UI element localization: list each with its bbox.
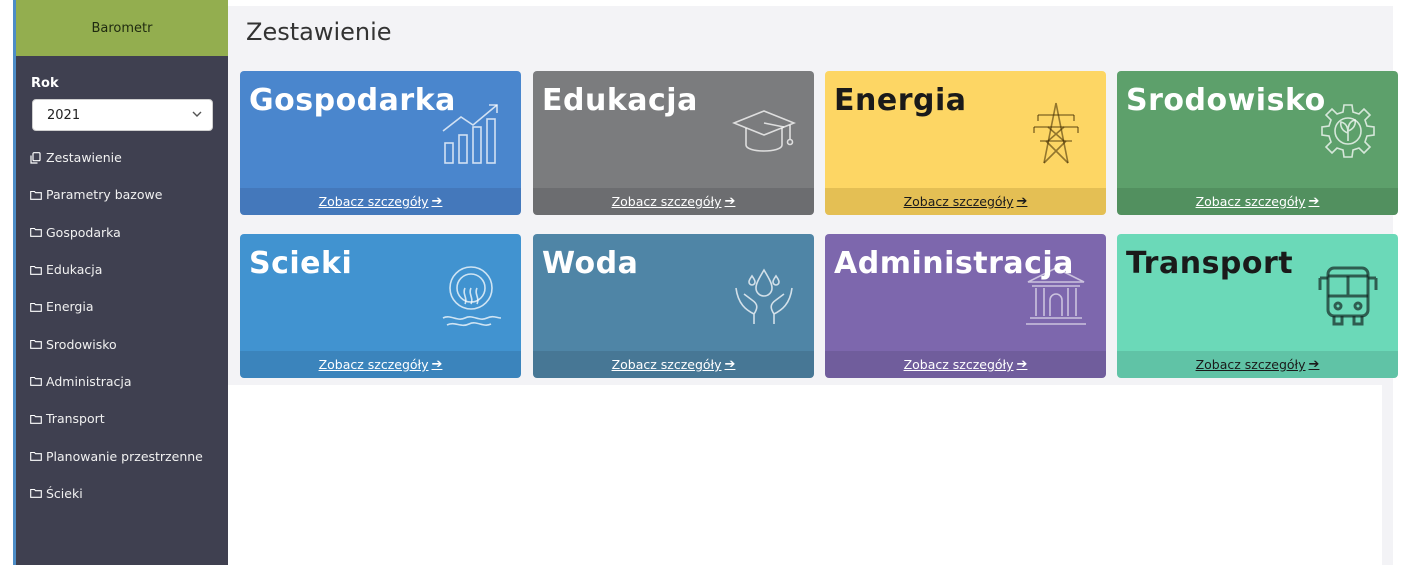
eco-gear-icon xyxy=(1321,104,1375,158)
card-footer[interactable]: Zobacz szczegóły ➔ xyxy=(1117,351,1398,378)
card-title: Scieki xyxy=(249,246,353,281)
card-body: Energia xyxy=(825,71,1106,188)
folder-icon xyxy=(30,265,43,275)
sidebar-item-label: Zestawienie xyxy=(46,150,122,166)
card-title: Energia xyxy=(834,83,967,118)
water-hands-icon xyxy=(735,268,793,324)
card-title: Srodowisko xyxy=(1126,83,1326,118)
card-title: Edukacja xyxy=(542,83,698,118)
sidebar-item-label: Transport xyxy=(46,411,105,427)
folder-icon xyxy=(30,488,43,499)
details-link[interactable]: Zobacz szczegóły xyxy=(612,357,722,372)
arrow-circle-right-icon: ➔ xyxy=(724,357,736,372)
government-building-icon xyxy=(1026,267,1086,325)
sidebar-item-srodowisko[interactable]: Srodowisko xyxy=(16,325,228,362)
card-body: Transport xyxy=(1117,234,1398,351)
power-tower-icon xyxy=(1033,102,1079,164)
sidebar-item-parametry-bazowe[interactable]: Parametry bazowe xyxy=(16,176,228,213)
card-body: Edukacja xyxy=(533,71,814,188)
year-label: Rok xyxy=(31,76,59,91)
sewage-pipe-icon xyxy=(442,266,502,327)
sidebar-item-label: Gospodarka xyxy=(46,224,121,240)
card-footer[interactable]: Zobacz szczegóły ➔ xyxy=(240,351,521,378)
card-body: Scieki xyxy=(240,234,521,351)
card-transport[interactable]: Transport Zobacz szczegóły ➔ xyxy=(1117,234,1398,378)
sidebar-item-label: Edukacja xyxy=(46,262,103,278)
arrow-circle-right-icon: ➔ xyxy=(724,194,736,209)
bus-icon xyxy=(1318,266,1378,326)
details-link[interactable]: Zobacz szczegóły xyxy=(612,194,722,209)
arrow-circle-right-icon: ➔ xyxy=(1308,357,1320,372)
sidebar-item-planowanie-przestrzenne[interactable]: Planowanie przestrzenne xyxy=(16,437,228,474)
details-link[interactable]: Zobacz szczegóły xyxy=(319,194,429,209)
brand-label: Barometr xyxy=(91,20,153,36)
arrow-circle-right-icon: ➔ xyxy=(1016,194,1028,209)
panel-strip xyxy=(1382,385,1393,565)
details-link[interactable]: Zobacz szczegóły xyxy=(904,357,1014,372)
card-title: Transport xyxy=(1126,246,1294,281)
folder-icon xyxy=(30,190,43,200)
folder-icon xyxy=(30,302,43,312)
folder-icon xyxy=(30,376,43,387)
card-title: Woda xyxy=(542,246,639,281)
chevron-down-icon xyxy=(192,110,202,121)
folder-icon xyxy=(30,227,43,238)
details-link[interactable]: Zobacz szczegóły xyxy=(904,194,1014,209)
card-footer[interactable]: Zobacz szczegóły ➔ xyxy=(533,188,814,215)
card-body: Administracja xyxy=(825,234,1106,351)
page-title: Zestawienie xyxy=(246,18,392,46)
copy-icon xyxy=(30,151,43,164)
card-title: Gospodarka xyxy=(249,83,456,118)
sidebar-item-label: Ścieki xyxy=(46,485,83,501)
sidebar-item-label: Energia xyxy=(46,299,94,315)
chart-growth-icon xyxy=(442,104,498,164)
year-select[interactable]: 2021 xyxy=(32,99,213,131)
card-edukacja[interactable]: Edukacja Zobacz szczegóły ➔ xyxy=(533,71,814,215)
card-gospodarka[interactable]: Gospodarka Zobacz szczegóły ➔ xyxy=(240,71,521,215)
card-administracja[interactable]: Administracja Zobacz szczegóły ➔ xyxy=(825,234,1106,378)
card-body: Gospodarka xyxy=(240,71,521,188)
sidebar-item-label: Administracja xyxy=(46,373,132,389)
card-energia[interactable]: Energia Zobacz szczegóły ➔ xyxy=(825,71,1106,215)
card-scieki[interactable]: Scieki Zobacz szczegóły ➔ xyxy=(240,234,521,378)
card-footer[interactable]: Zobacz szczegóły ➔ xyxy=(1117,188,1398,215)
sidebar-item-label: Parametry bazowe xyxy=(46,187,163,203)
sidebar-item-gospodarka[interactable]: Gospodarka xyxy=(16,214,228,251)
card-body: Woda xyxy=(533,234,814,351)
folder-icon xyxy=(30,414,43,424)
sidebar-item-scieki[interactable]: Ścieki xyxy=(16,475,228,512)
details-link[interactable]: Zobacz szczegóły xyxy=(319,357,429,372)
card-footer[interactable]: Zobacz szczegóły ➔ xyxy=(825,188,1106,215)
sidebar-item-transport[interactable]: Transport xyxy=(16,400,228,437)
graduation-cap-icon xyxy=(732,110,796,152)
details-link[interactable]: Zobacz szczegóły xyxy=(1196,357,1306,372)
sidebar: Barometr Rok 2021 Zestawienie Parametry … xyxy=(16,0,228,565)
folder-icon xyxy=(30,339,43,349)
sidebar-item-administracja[interactable]: Administracja xyxy=(16,363,228,400)
arrow-circle-right-icon: ➔ xyxy=(431,194,443,209)
folder-icon xyxy=(30,451,43,461)
sidebar-item-edukacja[interactable]: Edukacja xyxy=(16,251,228,288)
brand-header[interactable]: Barometr xyxy=(16,0,228,56)
card-footer[interactable]: Zobacz szczegóły ➔ xyxy=(825,351,1106,378)
sidebar-menu: Zestawienie Parametry bazowe Gospodarka … xyxy=(16,139,228,512)
card-woda[interactable]: Woda Zobacz szczegóły ➔ xyxy=(533,234,814,378)
card-srodowisko[interactable]: Srodowisko Zobacz szczegóły ➔ xyxy=(1117,71,1398,215)
card-body: Srodowisko xyxy=(1117,71,1398,188)
sidebar-item-label: Srodowisko xyxy=(46,336,117,352)
arrow-circle-right-icon: ➔ xyxy=(431,357,443,372)
sidebar-item-label: Planowanie przestrzenne xyxy=(46,448,203,464)
sidebar-item-zestawienie[interactable]: Zestawienie xyxy=(16,139,228,176)
card-footer[interactable]: Zobacz szczegóły ➔ xyxy=(533,351,814,378)
arrow-circle-right-icon: ➔ xyxy=(1308,194,1320,209)
year-select-value: 2021 xyxy=(47,107,81,123)
arrow-circle-right-icon: ➔ xyxy=(1016,357,1028,372)
details-link[interactable]: Zobacz szczegóły xyxy=(1196,194,1306,209)
card-footer[interactable]: Zobacz szczegóły ➔ xyxy=(240,188,521,215)
sidebar-item-energia[interactable]: Energia xyxy=(16,288,228,325)
